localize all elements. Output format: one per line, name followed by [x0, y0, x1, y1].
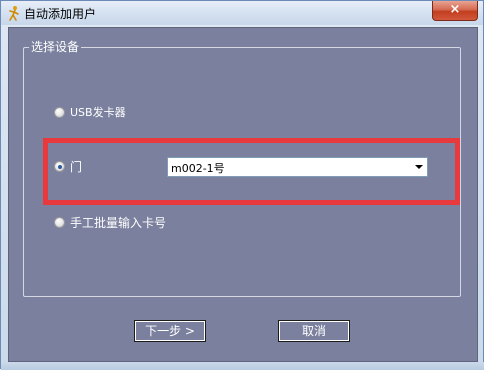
close-button[interactable]: × [432, 1, 478, 21]
close-icon: × [449, 2, 461, 17]
radio-manual[interactable] [54, 217, 65, 228]
highlight-box [43, 138, 460, 205]
dialog-body: 选择设备 USB发卡器 门 m002-1号 手工批量输入卡号 下一步 > 取消 [8, 27, 478, 362]
radio-usb[interactable] [54, 107, 65, 118]
radio-usb-label[interactable]: USB发卡器 [70, 104, 126, 120]
title-bar[interactable]: 自动添加用户 × [1, 1, 483, 25]
next-button[interactable]: 下一步 > [134, 320, 206, 342]
radio-manual-label[interactable]: 手工批量输入卡号 [70, 214, 166, 231]
group-title: 选择设备 [29, 38, 82, 55]
app-figure-icon [9, 6, 19, 21]
cancel-button[interactable]: 取消 [278, 320, 350, 342]
dialog-window: 自动添加用户 × 选择设备 USB发卡器 门 m002-1号 手工批量输入卡号 … [0, 0, 484, 370]
window-title: 自动添加用户 [24, 7, 97, 21]
